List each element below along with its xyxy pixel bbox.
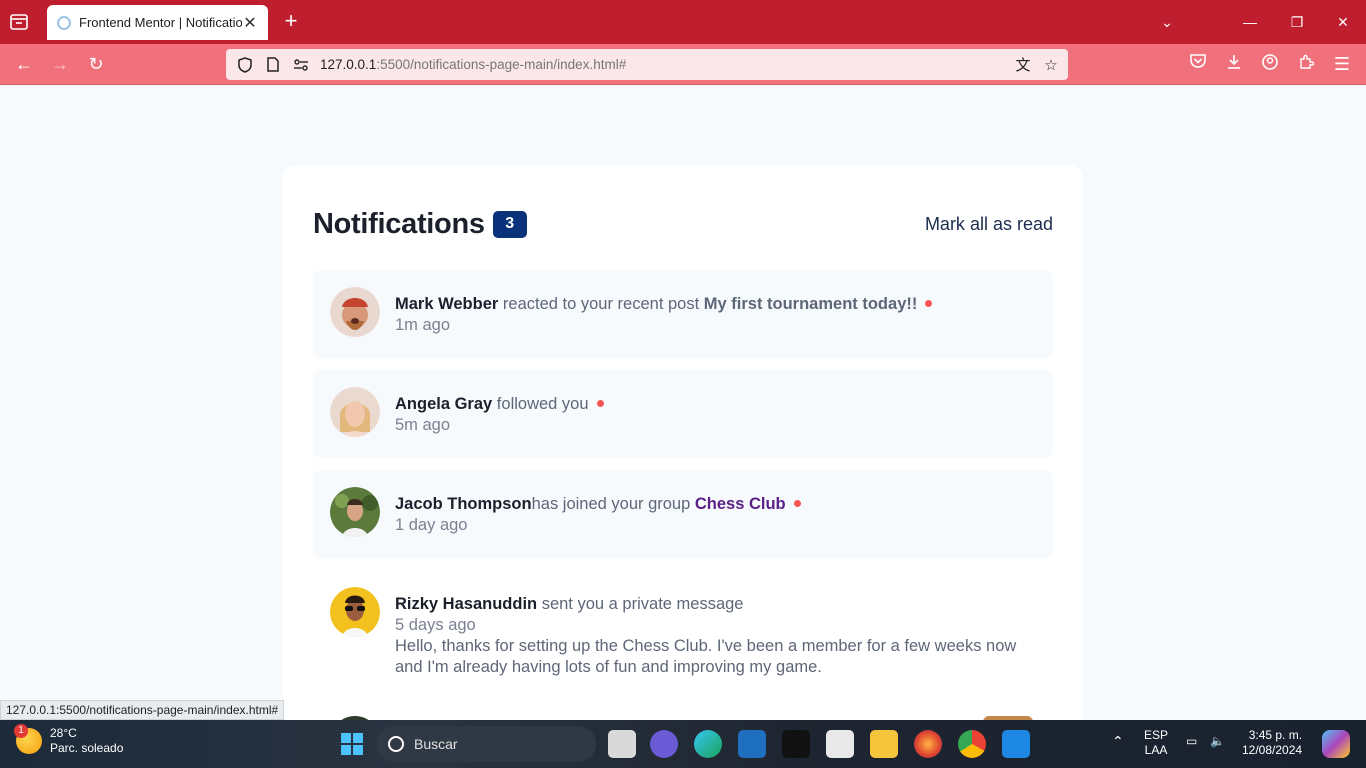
forward-icon[interactable]: →	[48, 52, 72, 76]
notification-time: 1m ago	[395, 316, 451, 334]
new-tab-icon[interactable]: +	[280, 10, 302, 32]
link-status-tooltip: 127.0.0.1:5500/notifications-page-main/i…	[0, 700, 285, 720]
notifications-header: Notifications 3 Mark all as read	[313, 207, 1053, 241]
language-bottom: LAA	[1144, 743, 1168, 757]
page-icon[interactable]	[264, 56, 282, 74]
notification-item[interactable]: Jacob Thompsonhas joined your group Ches…	[313, 470, 1053, 558]
tab-close-icon[interactable]: ✕	[242, 13, 258, 33]
unread-count-badge: 3	[492, 210, 527, 238]
clock-time: 3:45 p. m.	[1248, 728, 1303, 742]
private-message-text[interactable]: Hello, thanks for setting up the Chess C…	[395, 636, 1035, 678]
clock-date: 12/08/2024	[1242, 743, 1303, 757]
language-top: ESP	[1144, 728, 1169, 742]
url-path: :5500/notifications-page-main/index.html…	[376, 57, 627, 72]
favicon-icon	[57, 15, 71, 30]
page-title: Notifications	[313, 207, 485, 240]
menu-icon[interactable]: ☰	[1330, 52, 1354, 76]
avatar[interactable]	[330, 587, 380, 637]
taskbar: 1 28°C Parc. soleado Buscar ⌃ ESP LAA ▭ …	[0, 720, 1366, 768]
notification-author[interactable]: Mark Webber	[395, 295, 498, 313]
clock[interactable]: 3:45 p. m. 12/08/2024	[1242, 728, 1302, 758]
unread-dot-icon	[925, 300, 933, 308]
pocket-icon[interactable]	[1186, 52, 1210, 76]
url-text[interactable]: 127.0.0.1:5500/notifications-page-main/i…	[320, 57, 1012, 72]
notification-target[interactable]: My first tournament today!!	[704, 295, 918, 313]
avatar[interactable]	[330, 387, 380, 437]
language-indicator[interactable]: ESP LAA	[1144, 728, 1168, 758]
notification-action: sent you a private message	[537, 595, 744, 613]
tab-title: Frontend Mentor | Notifications page	[79, 15, 242, 30]
tiktok-icon[interactable]	[782, 730, 810, 758]
notification-action: has joined your group	[531, 495, 695, 513]
back-icon[interactable]: ←	[12, 52, 36, 76]
address-bar[interactable]: 127.0.0.1:5500/notifications-page-main/i…	[226, 49, 1068, 80]
reload-icon[interactable]: ↻	[84, 52, 108, 76]
file-explorer-icon[interactable]	[870, 730, 898, 758]
mark-all-read-button[interactable]: Mark all as read	[925, 214, 1053, 235]
start-windows-icon[interactable]	[338, 730, 366, 758]
notification-time: 5 days ago	[395, 616, 476, 634]
chrome-icon[interactable]	[958, 730, 986, 758]
firefox-icon[interactable]	[914, 730, 942, 758]
vscode-icon[interactable]	[1002, 730, 1030, 758]
notification-item[interactable]: Mark Webber reacted to your recent post …	[313, 270, 1053, 358]
notification-author[interactable]: Jacob Thompson	[395, 495, 532, 513]
bookmark-star-icon[interactable]: ☆	[1040, 54, 1062, 76]
volume-icon[interactable]: 🔈	[1210, 734, 1225, 749]
edge-icon[interactable]	[694, 730, 722, 758]
browser-nav-bar: ← → ↻ 127.0.0.1:5500/notifications-page-…	[0, 44, 1366, 85]
notifications-card: Notifications 3 Mark all as read Mark We…	[283, 165, 1083, 720]
notification-item[interactable]: Angela Gray followed you 5m ago	[313, 370, 1053, 458]
page-viewport: Notifications 3 Mark all as read Mark We…	[0, 85, 1366, 720]
weather-sun-icon: 1	[14, 724, 42, 754]
meet-icon[interactable]	[650, 730, 678, 758]
unread-dot-icon	[596, 400, 604, 408]
extensions-icon[interactable]	[1294, 52, 1318, 76]
weather-temperature: 28°C	[50, 726, 77, 740]
notification-target[interactable]: Chess Club	[695, 495, 786, 513]
notification-author[interactable]: Angela Gray	[395, 395, 492, 413]
browser-tab[interactable]: Frontend Mentor | Notifications page ✕	[47, 5, 268, 40]
vpn-icon[interactable]	[738, 730, 766, 758]
url-host: 127.0.0.1	[320, 57, 377, 72]
weather-widget[interactable]: 1 28°C Parc. soleado	[14, 724, 124, 756]
weather-badge: 1	[14, 724, 28, 738]
notification-time: 1 day ago	[395, 516, 468, 534]
copilot-icon[interactable]	[1322, 730, 1350, 758]
notification-author[interactable]: Rizky Hasanuddin	[395, 595, 537, 613]
network-icon[interactable]: ▭	[1186, 734, 1197, 749]
close-window-icon[interactable]: ✕	[1331, 10, 1355, 34]
restore-icon[interactable]: ❐	[1285, 10, 1309, 34]
notification-action: followed you	[492, 395, 589, 413]
task-view-icon[interactable]	[608, 730, 636, 758]
avatar[interactable]	[330, 287, 380, 337]
translate-icon[interactable]: 文	[1012, 54, 1034, 76]
minimize-icon[interactable]: —	[1238, 10, 1262, 34]
unread-dot-icon	[793, 500, 801, 508]
shield-icon[interactable]	[236, 56, 254, 74]
taskbar-search[interactable]: Buscar	[376, 726, 596, 762]
weather-description: Parc. soleado	[50, 741, 124, 755]
browser-tab-bar: Frontend Mentor | Notifications page ✕ +…	[0, 0, 1366, 44]
tray-chevron-icon[interactable]: ⌃	[1112, 734, 1124, 749]
tab-overview-icon[interactable]	[8, 11, 30, 33]
permissions-icon[interactable]	[292, 56, 310, 74]
search-icon	[388, 736, 404, 752]
download-icon[interactable]	[1222, 52, 1246, 76]
tab-list-chevron-icon[interactable]: ⌄	[1155, 10, 1179, 34]
notification-time: 5m ago	[395, 416, 451, 434]
notification-item[interactable]: Rizky Hasanuddin sent you a private mess…	[313, 570, 1053, 680]
store-icon[interactable]	[826, 730, 854, 758]
account-icon[interactable]	[1258, 52, 1282, 76]
avatar[interactable]	[330, 487, 380, 537]
search-placeholder: Buscar	[414, 736, 458, 752]
notification-action: reacted to your recent post	[498, 295, 704, 313]
